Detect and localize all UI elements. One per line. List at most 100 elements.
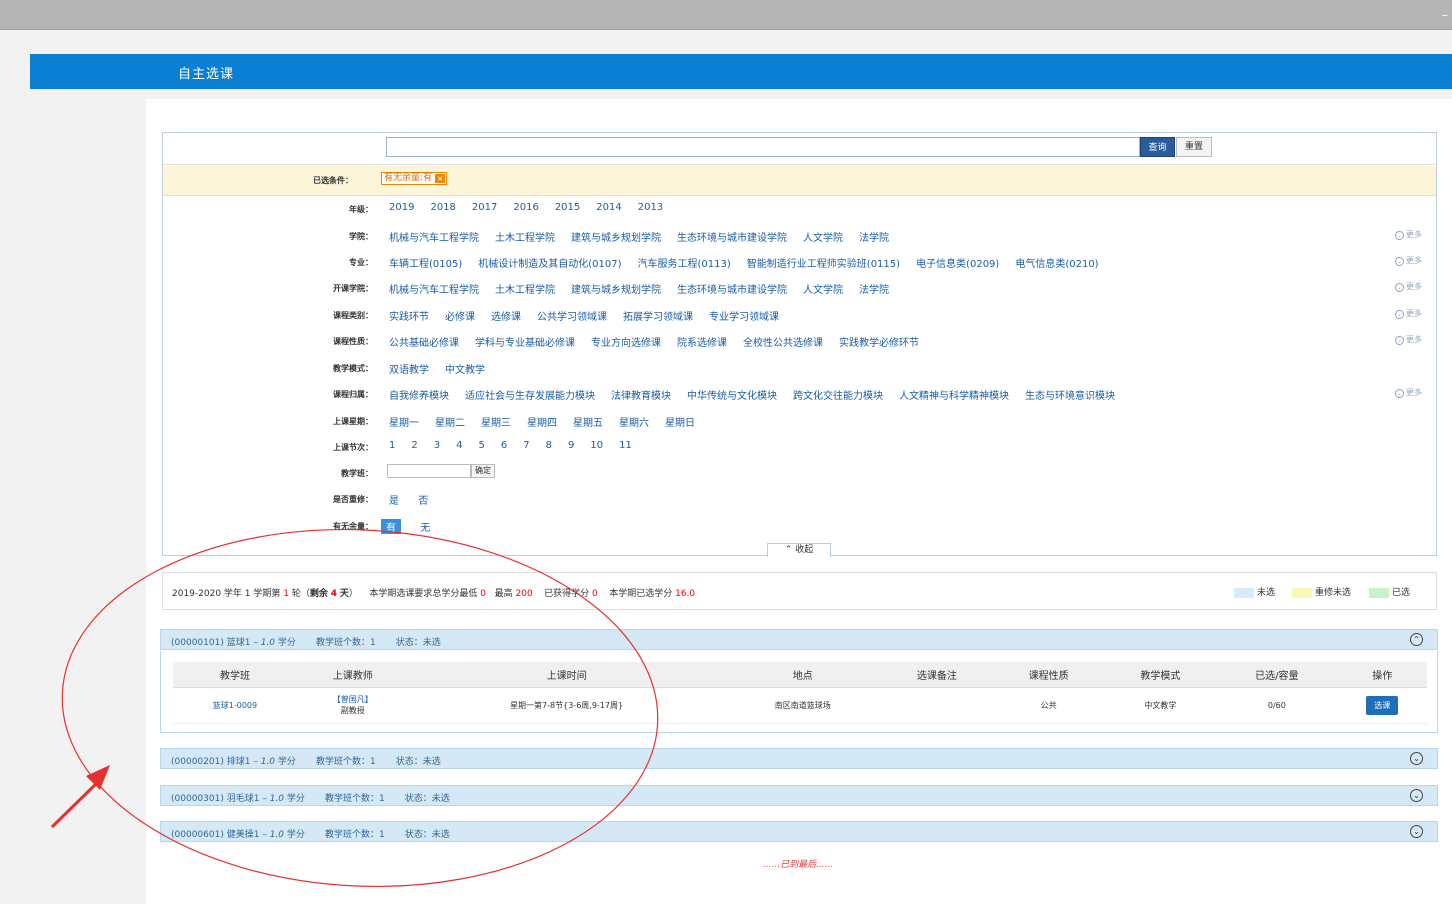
- filter-option[interactable]: 拓展学习领域课: [623, 308, 693, 323]
- filter-option[interactable]: 土木工程学院: [495, 229, 555, 244]
- filter-option[interactable]: 人文学院: [803, 229, 843, 244]
- filter-option[interactable]: 建筑与城乡规划学院: [571, 229, 661, 244]
- filter-option-selected[interactable]: 有: [381, 519, 401, 534]
- filter-option[interactable]: 机械与汽车工程学院: [389, 281, 479, 296]
- select-course-button[interactable]: 选课: [1366, 695, 1399, 715]
- filter-option[interactable]: 9: [568, 440, 574, 451]
- search-input[interactable]: [386, 137, 1140, 157]
- filter-option[interactable]: 土木工程学院: [495, 281, 555, 296]
- note-cell: [880, 687, 993, 724]
- filter-option[interactable]: 法学院: [859, 229, 889, 244]
- filter-option[interactable]: 2019: [389, 202, 414, 213]
- teacher-name[interactable]: 【曾国凡】: [297, 694, 409, 705]
- page-header: 自主选课: [30, 54, 1452, 89]
- chevron-down-icon: ⌄: [1395, 389, 1404, 398]
- more-toggle[interactable]: ⌄ 更多: [1395, 308, 1422, 319]
- filter-option[interactable]: 机械与汽车工程学院: [389, 229, 479, 244]
- filter-option[interactable]: 人文学院: [803, 281, 843, 296]
- course-header[interactable]: (00000101) 篮球1 – 1.0 学分 教学班个数：1 状态：未选 ⌃: [160, 629, 1438, 650]
- filter-option[interactable]: 星期一: [389, 414, 419, 429]
- class-input[interactable]: [387, 464, 471, 478]
- filter-option[interactable]: 实践教学必修环节: [839, 334, 919, 349]
- filter-option[interactable]: 11: [619, 440, 632, 451]
- filter-option[interactable]: 2014: [596, 202, 621, 213]
- filter-option[interactable]: 必修课: [445, 308, 475, 323]
- filter-option[interactable]: 中华传统与文化模块: [687, 387, 777, 402]
- close-icon[interactable]: ×: [435, 174, 446, 183]
- more-toggle[interactable]: ⌄ 更多: [1395, 229, 1422, 240]
- class-link[interactable]: 篮球1-0009: [173, 687, 297, 724]
- filter-option[interactable]: 星期二: [435, 414, 465, 429]
- chevron-down-icon: ⌄: [1395, 283, 1404, 292]
- more-toggle[interactable]: ⌄ 更多: [1395, 387, 1422, 398]
- filter-option[interactable]: 2018: [430, 202, 455, 213]
- filter-option[interactable]: 1: [389, 440, 395, 451]
- filter-option[interactable]: 实践环节: [389, 308, 429, 323]
- course-header[interactable]: (00000201) 排球1 – 1.0 学分 教学班个数：1 状态：未选 ⌄: [160, 748, 1438, 769]
- filter-option[interactable]: 智能制造行业工程师实验班(0115): [747, 255, 900, 270]
- filter-option[interactable]: 法律教育模块: [611, 387, 671, 402]
- filter-option[interactable]: 机械设计制造及其自动化(0107): [478, 255, 621, 270]
- filter-option[interactable]: 2015: [555, 202, 580, 213]
- more-toggle[interactable]: ⌄ 更多: [1395, 334, 1422, 345]
- filter-option[interactable]: 专业方向选修课: [591, 334, 661, 349]
- filter-option[interactable]: 否: [418, 492, 428, 507]
- filter-option[interactable]: 专业学习领域课: [709, 308, 779, 323]
- filter-option[interactable]: 星期四: [527, 414, 557, 429]
- filter-option[interactable]: 学科与专业基础必修课: [475, 334, 575, 349]
- chevron-down-icon[interactable]: ⌄: [1410, 752, 1423, 765]
- filter-option[interactable]: 10: [590, 440, 603, 451]
- filter-option[interactable]: 电子信息类(0209): [916, 255, 999, 270]
- filter-option[interactable]: 法学院: [859, 281, 889, 296]
- filter-option[interactable]: 2013: [638, 202, 663, 213]
- filter-option[interactable]: 星期三: [481, 414, 511, 429]
- filter-option[interactable]: 8: [546, 440, 552, 451]
- more-toggle[interactable]: ⌄ 更多: [1395, 255, 1422, 266]
- filter-option[interactable]: 6: [501, 440, 507, 451]
- filter-option[interactable]: 是: [389, 492, 399, 507]
- filter-option[interactable]: 2017: [472, 202, 497, 213]
- chevron-down-icon[interactable]: ⌄: [1410, 825, 1423, 838]
- filter-option[interactable]: 中文教学: [445, 361, 485, 376]
- filter-option[interactable]: 院系选修课: [677, 334, 727, 349]
- more-toggle[interactable]: ⌄ 更多: [1395, 281, 1422, 292]
- filter-option[interactable]: 双语教学: [389, 361, 429, 376]
- filter-option[interactable]: 生态与环境意识模块: [1025, 387, 1115, 402]
- filter-label: 专业：: [349, 258, 373, 267]
- minimize-icon[interactable]: –: [1442, 8, 1448, 22]
- class-ok-button[interactable]: 确定: [471, 464, 495, 478]
- filter-option[interactable]: 生态环境与城市建设学院: [677, 281, 787, 296]
- filter-option[interactable]: 公共基础必修课: [389, 334, 459, 349]
- filter-option[interactable]: 7: [523, 440, 529, 451]
- filter-option[interactable]: 全校性公共选修课: [743, 334, 823, 349]
- filter-option[interactable]: 5: [479, 440, 485, 451]
- condition-tag[interactable]: 有无余量:有 ×: [381, 172, 448, 185]
- filter-option[interactable]: 汽车服务工程(0113): [638, 255, 731, 270]
- filter-option[interactable]: 星期日: [665, 414, 695, 429]
- filter-option[interactable]: 2016: [513, 202, 538, 213]
- filter-option[interactable]: 星期六: [619, 414, 649, 429]
- filter-option[interactable]: 无: [420, 519, 430, 534]
- filter-option[interactable]: 4: [456, 440, 462, 451]
- filter-option[interactable]: 车辆工程(0105): [389, 255, 462, 270]
- filter-option[interactable]: 生态环境与城市建设学院: [677, 229, 787, 244]
- chevron-down-icon[interactable]: ⌄: [1410, 789, 1423, 802]
- filter-option[interactable]: 人文精神与科学精神模块: [899, 387, 1009, 402]
- filter-option[interactable]: 电气信息类(0210): [1015, 255, 1098, 270]
- course-header[interactable]: (00000601) 健美操1 – 1.0 学分 教学班个数：1 状态：未选 ⌄: [160, 821, 1438, 842]
- course-header[interactable]: (00000301) 羽毛球1 – 1.0 学分 教学班个数：1 状态：未选 ⌄: [160, 785, 1438, 806]
- collapse-toggle[interactable]: ⌃ 收起: [767, 543, 831, 557]
- filter-option[interactable]: 选修课: [491, 308, 521, 323]
- filter-option[interactable]: 适应社会与生存发展能力模块: [465, 387, 595, 402]
- query-button[interactable]: 查询: [1140, 137, 1175, 157]
- filter-option[interactable]: 自我修养模块: [389, 387, 449, 402]
- filter-option[interactable]: 2: [411, 440, 417, 451]
- filter-option[interactable]: 3: [434, 440, 440, 451]
- course-title: (00000601) 健美操1 – 1.0 学分 教学班个数：1 状态：未选: [171, 830, 450, 840]
- reset-button[interactable]: 重置: [1176, 137, 1212, 157]
- chevron-up-icon[interactable]: ⌃: [1410, 633, 1423, 646]
- filter-option[interactable]: 星期五: [573, 414, 603, 429]
- filter-option[interactable]: 建筑与城乡规划学院: [571, 281, 661, 296]
- filter-option[interactable]: 公共学习领域课: [537, 308, 607, 323]
- filter-option[interactable]: 跨文化交往能力模块: [793, 387, 883, 402]
